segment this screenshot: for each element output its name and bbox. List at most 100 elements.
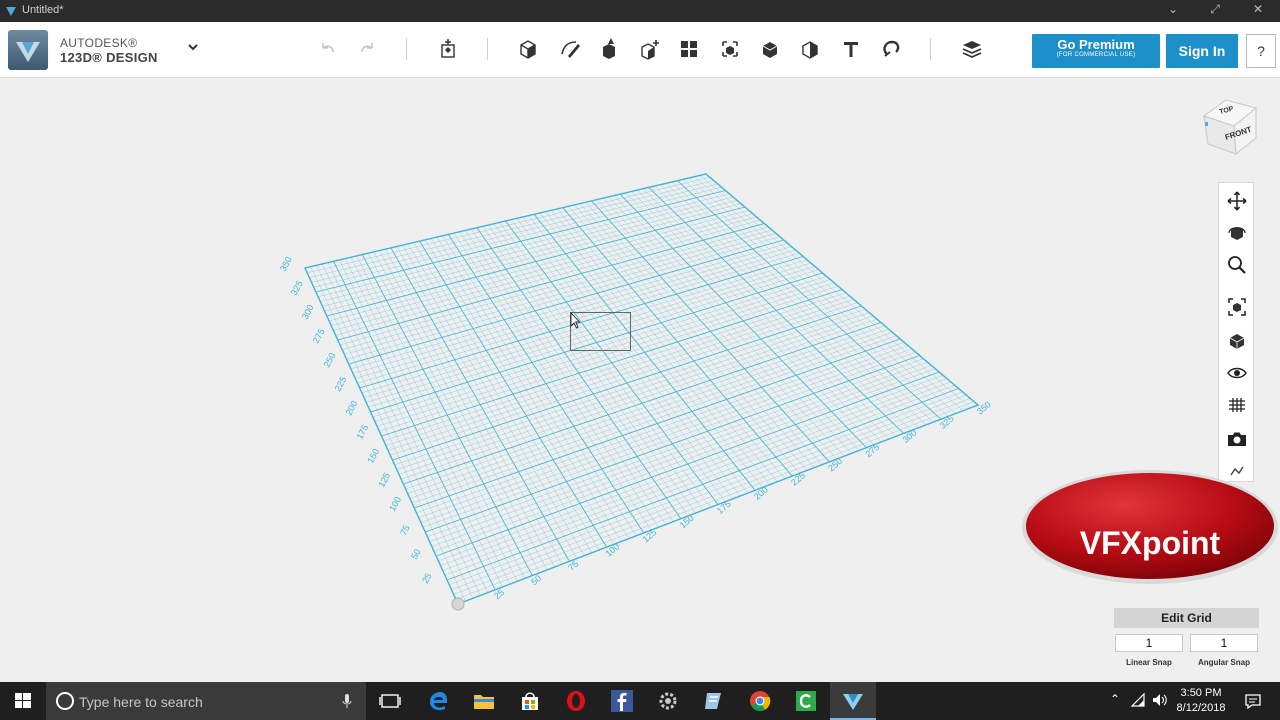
go-premium-sublabel: (FOR COMMERCIAL USE): [1056, 52, 1136, 58]
edit-grid-button[interactable]: Edit Grid: [1114, 608, 1259, 628]
volume-icon[interactable]: [1151, 692, 1169, 708]
sign-in-button[interactable]: Sign In: [1166, 34, 1238, 68]
sketch-icon[interactable]: [554, 34, 584, 64]
materials-icon[interactable]: [957, 34, 987, 64]
linear-snap-input[interactable]: [1115, 634, 1183, 652]
undo-icon[interactable]: [313, 34, 343, 64]
facebook-icon[interactable]: [610, 689, 634, 713]
start-button[interactable]: [0, 682, 46, 720]
show-hidden-icons-icon[interactable]: ⌃: [1110, 692, 1120, 706]
grid-line: [315, 190, 726, 293]
task-view-icon[interactable]: [378, 689, 402, 713]
grid-line: [700, 175, 971, 409]
close-icon[interactable]: ✕: [1248, 2, 1268, 16]
grid-line: [665, 183, 927, 426]
file-explorer-icon[interactable]: [472, 689, 496, 713]
opera-icon[interactable]: [564, 689, 588, 713]
angular-snap-input[interactable]: [1190, 634, 1258, 652]
grid-axis-label: 175: [715, 499, 733, 516]
grid-axis-label: 250: [826, 456, 844, 473]
grid-axis-label: 150: [678, 513, 696, 530]
grid-axis-label: 50: [409, 547, 423, 561]
grid-line: [637, 189, 890, 440]
grid-icon[interactable]: [1225, 393, 1249, 417]
brand-autodesk: AUTODESK®: [60, 36, 138, 50]
camera-icon[interactable]: [1225, 427, 1249, 451]
grid-line: [324, 203, 742, 312]
cortana-icon: [56, 692, 74, 710]
work-plane-grid[interactable]: 25 50 75 100 125 150 175 200 225 250 275 300 325 350 2…: [0, 78, 1280, 682]
minimize-icon[interactable]: ⌄: [1163, 2, 1183, 16]
primitives-icon[interactable]: [513, 34, 543, 64]
app-logo[interactable]: [8, 30, 48, 70]
grid-axis-label: 275: [311, 327, 327, 345]
taskbar-search[interactable]: Type here to search: [46, 682, 366, 720]
app-menu-chevron-icon[interactable]: [184, 40, 202, 58]
store-icon[interactable]: [518, 689, 542, 713]
network-icon[interactable]: [1130, 692, 1146, 708]
3d-viewport[interactable]: 25 50 75 100 125 150 175 200 225 250 275 300 325 350 2…: [0, 78, 1280, 682]
visibility-icon[interactable]: [1225, 361, 1249, 385]
grid-axis-label: 225: [789, 470, 807, 487]
grid-line: [677, 180, 942, 420]
measure-icon[interactable]: [795, 34, 825, 64]
grid-axis-label: 75: [398, 523, 412, 537]
chrome-icon[interactable]: [748, 689, 772, 713]
grid-axis-label: 350: [975, 399, 993, 416]
watermark-text: VFXpoint: [1079, 525, 1221, 561]
redo-icon[interactable]: [352, 34, 382, 64]
app-icon-blue[interactable]: [702, 689, 726, 713]
combine-icon[interactable]: [755, 34, 785, 64]
grid-axis-label: 100: [603, 541, 621, 558]
views-icon[interactable]: [1225, 329, 1249, 353]
microphone-icon[interactable]: [342, 693, 352, 709]
orbit-icon[interactable]: [1225, 221, 1249, 245]
grid-axis-label: 200: [344, 399, 360, 417]
transform-icon[interactable]: [433, 34, 463, 64]
grid-line: [648, 187, 905, 434]
edge-browser-icon[interactable]: [426, 689, 450, 713]
grouping-icon[interactable]: [715, 34, 745, 64]
settings-gear-icon[interactable]: [656, 689, 680, 713]
taskbar-active-app[interactable]: [830, 682, 876, 720]
origin-marker: [451, 597, 465, 611]
grid-axis-label: 125: [641, 527, 659, 544]
grid-line: [335, 219, 761, 336]
fit-icon[interactable]: [1225, 295, 1249, 319]
text-icon[interactable]: [836, 34, 866, 64]
grid-axis-label: 300: [901, 428, 919, 445]
modify-icon[interactable]: [634, 34, 664, 64]
grid-axis-label: 325: [938, 413, 956, 430]
grid-line: [313, 186, 722, 288]
view-cube[interactable]: TOP FRONT: [1196, 94, 1262, 160]
grid-axis-label: 50: [529, 573, 543, 587]
pattern-icon[interactable]: [674, 34, 704, 64]
toolbar-separator: [487, 38, 488, 60]
grid-line: [694, 176, 964, 411]
snap-icon[interactable]: [876, 34, 906, 64]
construct-icon[interactable]: [594, 34, 624, 64]
linear-snap-label: Linear Snap: [1126, 658, 1172, 667]
help-button[interactable]: ?: [1246, 34, 1276, 68]
grid-axis-label: 25: [492, 587, 506, 601]
grid-axis-label: 350: [278, 255, 294, 273]
toolbar-separator: [406, 38, 407, 60]
system-clock[interactable]: 3:50 PM 8/12/2018: [1168, 686, 1234, 716]
pan-icon[interactable]: [1225, 189, 1249, 213]
grid-axis-label: 275: [863, 442, 881, 459]
grid-axis-label: 300: [300, 303, 316, 321]
brand-product: 123D® DESIGN: [60, 50, 158, 65]
selection-rectangle: [570, 311, 631, 351]
camtasia-icon[interactable]: [794, 689, 818, 713]
app-icon: [6, 7, 16, 16]
grid-axis-label: 225: [333, 375, 349, 393]
restore-icon[interactable]: ⤢: [1205, 2, 1225, 17]
go-premium-button[interactable]: Go Premium (FOR COMMERCIAL USE): [1032, 34, 1160, 68]
main-toolbar: AUTODESK® 123D® DESIGN Go Premium (FOR C…: [0, 22, 1280, 78]
grid-axis-label: 325: [289, 279, 305, 297]
grid-line: [608, 196, 852, 454]
angular-snap-label: Angular Snap: [1197, 658, 1250, 667]
windows-logo-icon: [15, 693, 31, 708]
zoom-icon[interactable]: [1225, 253, 1249, 277]
notifications-icon[interactable]: [1244, 692, 1262, 710]
